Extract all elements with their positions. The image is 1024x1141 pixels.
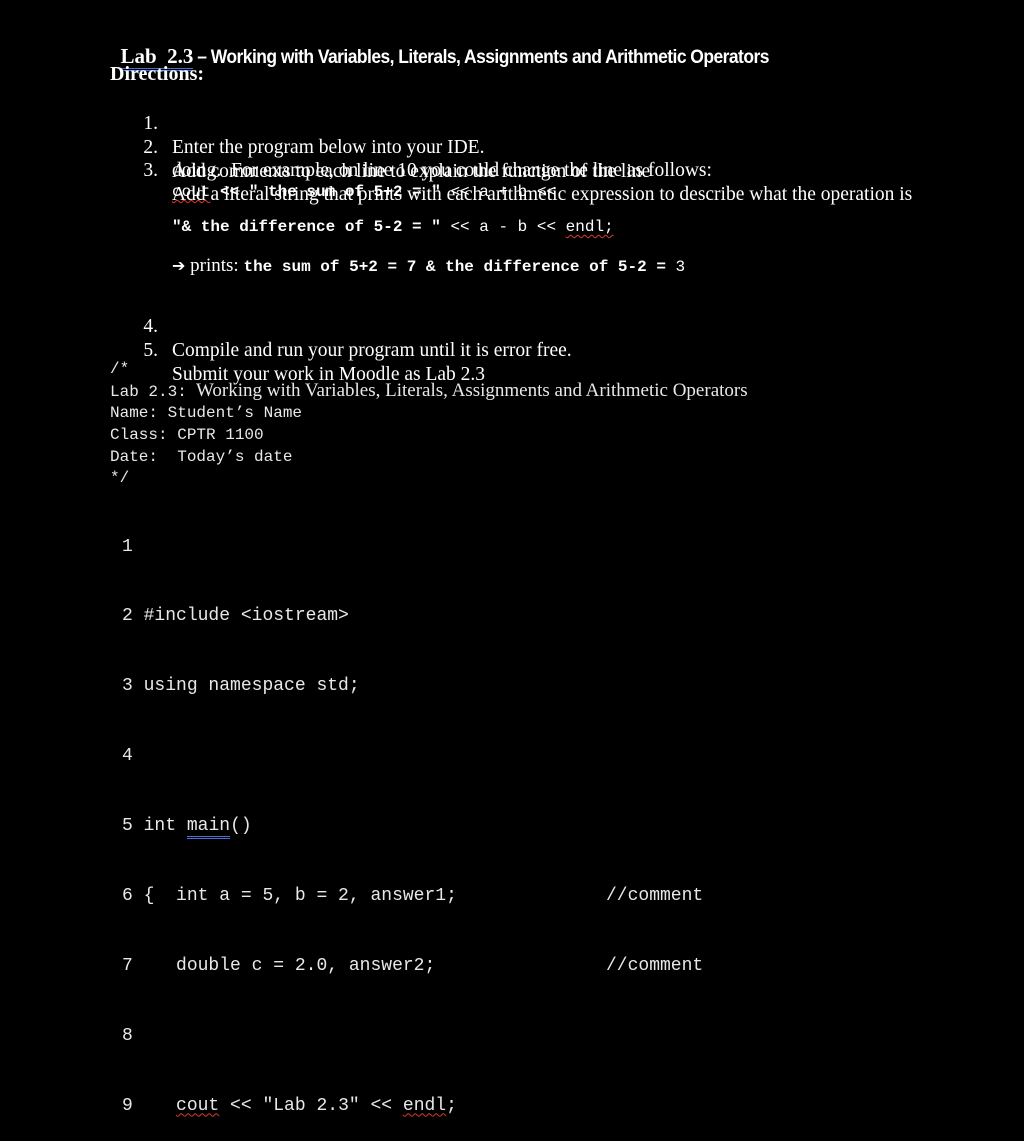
code-listing: 1 2 #include <iostream> 3 using namespac… — [122, 489, 703, 1141]
code-line: 8 — [122, 1025, 133, 1046]
inline-comment: //comment — [606, 886, 704, 907]
code-line: 7 double c = 2.0, answer2;//comment — [122, 955, 703, 978]
comment-close: */ — [110, 469, 130, 487]
title-subtitle: – Working with Variables, Literals, Assi… — [193, 47, 770, 68]
example-line-2: "& the difference of 5-2 = " << a - b <<… — [172, 218, 614, 236]
arrow-icon: ➔ — [172, 258, 186, 275]
document-title: Lab 2.3 – Working with Variables, Litera… — [110, 14, 819, 72]
code-line: 9 cout << "Lab 2.3" << endl; — [122, 1095, 457, 1116]
example-line-1: cout << " the sum of 5+2 = " << a + b << — [172, 183, 557, 201]
direction-item-continued: doing. For example, on line 10 you could… — [172, 160, 712, 181]
example-output: ➔ prints: the sum of 5+2 = 7 & the diffe… — [172, 255, 686, 276]
comment-open: /* — [110, 360, 130, 378]
inline-comment: //comment — [606, 955, 704, 976]
comment-lab-line: Lab 2.3: Working with Variables, Literal… — [110, 380, 748, 401]
direction-item: 5. Submit your work in Moodle as Lab 2.3 — [143, 340, 486, 385]
code-line: 4 — [122, 746, 133, 767]
code-line: 3 using namespace std; — [122, 676, 360, 697]
code-line: 2 #include <iostream> — [122, 606, 349, 627]
code-line: 5 int main() — [122, 815, 457, 840]
comment-class-line: Class: CPTR 1100 — [110, 426, 264, 444]
code-line: 6 { int a = 5, b = 2, answer1;//comment — [122, 885, 703, 908]
code-line: 1 — [122, 536, 133, 557]
direction-item: 3. Add a literal string that prints with… — [143, 160, 913, 205]
comment-date-line: Date: Today’s date — [110, 448, 293, 466]
directions-heading: Directions: — [110, 63, 205, 85]
comment-name-line: Name: Student’s Name — [110, 404, 303, 422]
